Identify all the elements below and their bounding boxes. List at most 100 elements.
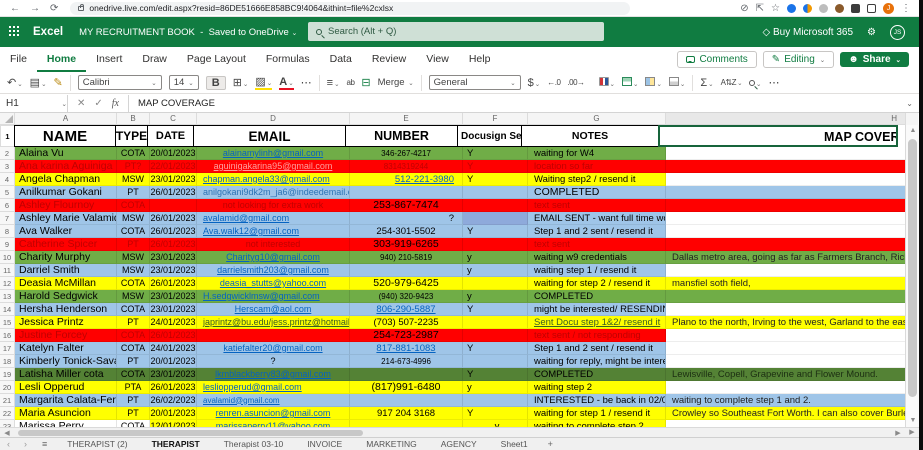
header-cell-A1[interactable]: NAME [14, 125, 116, 147]
cell-date-4[interactable]: 23/01/2023 [150, 173, 197, 186]
buy-microsoft-365-button[interactable]: ◇ Buy Microsoft 365 [763, 27, 854, 38]
cell-map-21[interactable]: waiting to complete step 1 and 2. [666, 394, 906, 407]
cell-name-5[interactable]: Anilkumar Gokani [15, 186, 117, 199]
scroll-down-icon[interactable]: ▼ [906, 415, 920, 427]
cell-email-16[interactable] [197, 329, 350, 342]
cell-email-12[interactable]: deasia_stutts@yahoo.com [197, 277, 350, 290]
ribbon-tab-insert[interactable]: Insert [86, 48, 132, 72]
cell-date-2[interactable]: 20/01/2023 [150, 147, 197, 160]
column-header-E[interactable]: E [350, 113, 463, 125]
cell-docusign-10[interactable]: y [463, 251, 528, 264]
cell-number-13[interactable]: (940) 320-9423 [350, 290, 463, 303]
account-avatar[interactable]: JS [890, 25, 905, 40]
header-cell-G1[interactable]: NOTES [521, 125, 659, 147]
cell-name-16[interactable]: Justine Forcey [15, 329, 117, 342]
cell-type-22[interactable]: PT [117, 407, 150, 420]
column-header-F[interactable]: F [463, 113, 528, 125]
undo-icon[interactable]: ↶⌄ [7, 76, 23, 89]
cancel-entry-icon[interactable]: ✕ [77, 98, 85, 109]
row-header-3[interactable]: 3 [0, 160, 15, 173]
cell-name-10[interactable]: Charity Murphy [15, 251, 117, 264]
more-font-options-icon[interactable]: ⋯ [301, 76, 312, 89]
column-header-A[interactable]: A [15, 113, 117, 125]
cell-number-21[interactable] [350, 394, 463, 407]
cell-email-21[interactable]: avalamid@gmail.com [197, 394, 350, 407]
cell-name-9[interactable]: Catherine Spicer [15, 238, 117, 251]
cell-name-box[interactable]: H1⌄ [0, 95, 68, 112]
cell-type-5[interactable]: PT [117, 186, 150, 199]
row-header-19[interactable]: 19 [0, 368, 15, 381]
header-cell-F1[interactable]: Docusign Sent [457, 125, 522, 147]
cell-name-17[interactable]: Katelyn Falter [15, 342, 117, 355]
cell-date-3[interactable]: 22/01/2023 [150, 160, 197, 173]
find-icon[interactable]: ⌄ [749, 77, 761, 89]
cell-date-19[interactable]: 23/01/2023 [150, 368, 197, 381]
cell-map-2[interactable] [666, 147, 906, 160]
cell-name-14[interactable]: Hersha Henderson [15, 303, 117, 316]
select-all-corner[interactable] [0, 113, 15, 125]
cell-date-10[interactable]: 23/01/2023 [150, 251, 197, 264]
bold-button[interactable]: B [206, 76, 226, 90]
cell-date-16[interactable]: 26/01/2023 [150, 329, 197, 342]
cell-number-3[interactable]: 8314319244 [350, 160, 463, 173]
cell-docusign-15[interactable] [463, 316, 528, 329]
cell-docusign-4[interactable]: Y [463, 173, 528, 186]
search-input[interactable]: Search (Alt + Q) [308, 22, 604, 41]
comments-button[interactable]: Comments [677, 51, 756, 68]
cell-date-21[interactable]: 26/02/2023 [150, 394, 197, 407]
paste-icon[interactable]: ▤⌄ [30, 76, 47, 89]
cell-type-4[interactable]: MSW [117, 173, 150, 186]
cell-docusign-8[interactable]: Y [463, 225, 528, 238]
header-cell-H1[interactable]: MAP COVERAGE [658, 125, 898, 147]
puzzle-extensions-icon[interactable] [851, 4, 860, 13]
cell-type-8[interactable]: COTA [117, 225, 150, 238]
refresh-icon[interactable]: ⟳ [50, 3, 58, 14]
cell-map-22[interactable]: Crowley so Southeast Fort Worth. I can a… [666, 407, 906, 420]
confirm-entry-icon[interactable]: ✓ [94, 98, 102, 109]
cell-docusign-21[interactable] [463, 394, 528, 407]
row-header-16[interactable]: 16 [0, 329, 15, 342]
cell-email-22[interactable]: renren.asuncion@gmail.com [197, 407, 350, 420]
formula-content[interactable]: MAP COVERAGE [129, 98, 906, 109]
cell-name-3[interactable]: Ana karina Aguiniga [15, 160, 117, 173]
cell-email-7[interactable]: avalamid@gmail.com [197, 212, 350, 225]
cell-number-16[interactable]: 254-723-2987 [350, 329, 463, 342]
cell-email-9[interactable]: not interested [197, 238, 350, 251]
cell-map-8[interactable] [666, 225, 906, 238]
cell-notes-14[interactable]: might be interested/ RESENDING STEP 1 [528, 303, 666, 316]
cell-type-18[interactable]: PT [117, 355, 150, 368]
cell-type-15[interactable]: PT [117, 316, 150, 329]
cell-docusign-16[interactable] [463, 329, 528, 342]
ribbon-tab-review[interactable]: Review [362, 48, 416, 72]
sheet-list-menu-icon[interactable]: ≡ [34, 438, 55, 449]
sheet-tab-agency[interactable]: AGENCY [429, 438, 489, 449]
cell-styles-icon[interactable]: ⌄ [645, 77, 661, 89]
cell-date-20[interactable]: 26/01/2023 [150, 381, 197, 394]
cell-notes-13[interactable]: COMPLETED [528, 290, 666, 303]
next-sheet-icon[interactable]: › [17, 438, 34, 449]
cell-number-18[interactable]: 214-673-4996 [350, 355, 463, 368]
cell-type-2[interactable]: COTA [117, 147, 150, 160]
cell-map-3[interactable] [666, 160, 906, 173]
cell-docusign-5[interactable] [463, 186, 528, 199]
scroll-right-icon[interactable]: ▶ [891, 429, 905, 437]
sheet-tab-therapist-03-10[interactable]: Therapist 03-10 [212, 438, 296, 449]
cell-number-19[interactable] [350, 368, 463, 381]
cell-docusign-18[interactable] [463, 355, 528, 368]
number-format-select[interactable]: General⌄ [429, 75, 521, 90]
cell-type-17[interactable]: COTA [117, 342, 150, 355]
font-name-select[interactable]: Calibri⌄ [78, 75, 162, 90]
expand-formula-bar-icon[interactable]: ⌄ [906, 99, 919, 108]
cell-name-21[interactable]: Margarita Calata-Ferrell [15, 394, 117, 407]
cell-type-11[interactable]: MSW [117, 264, 150, 277]
row-header-17[interactable]: 17 [0, 342, 15, 355]
more-ribbon-options-icon[interactable]: ⋯ [768, 76, 779, 89]
share-icon[interactable]: ⇱ [756, 3, 764, 14]
cell-email-6[interactable]: not looking for extra work [197, 199, 350, 212]
row-header-15[interactable]: 15 [0, 316, 15, 329]
extension-icon[interactable] [803, 4, 812, 13]
cell-name-19[interactable]: Latisha Miller cota [15, 368, 117, 381]
cell-type-16[interactable]: COTA [117, 329, 150, 342]
cell-email-19[interactable]: lkmblackberry83@gmail.com [197, 368, 350, 381]
header-cell-C1[interactable]: DATE [147, 125, 194, 147]
